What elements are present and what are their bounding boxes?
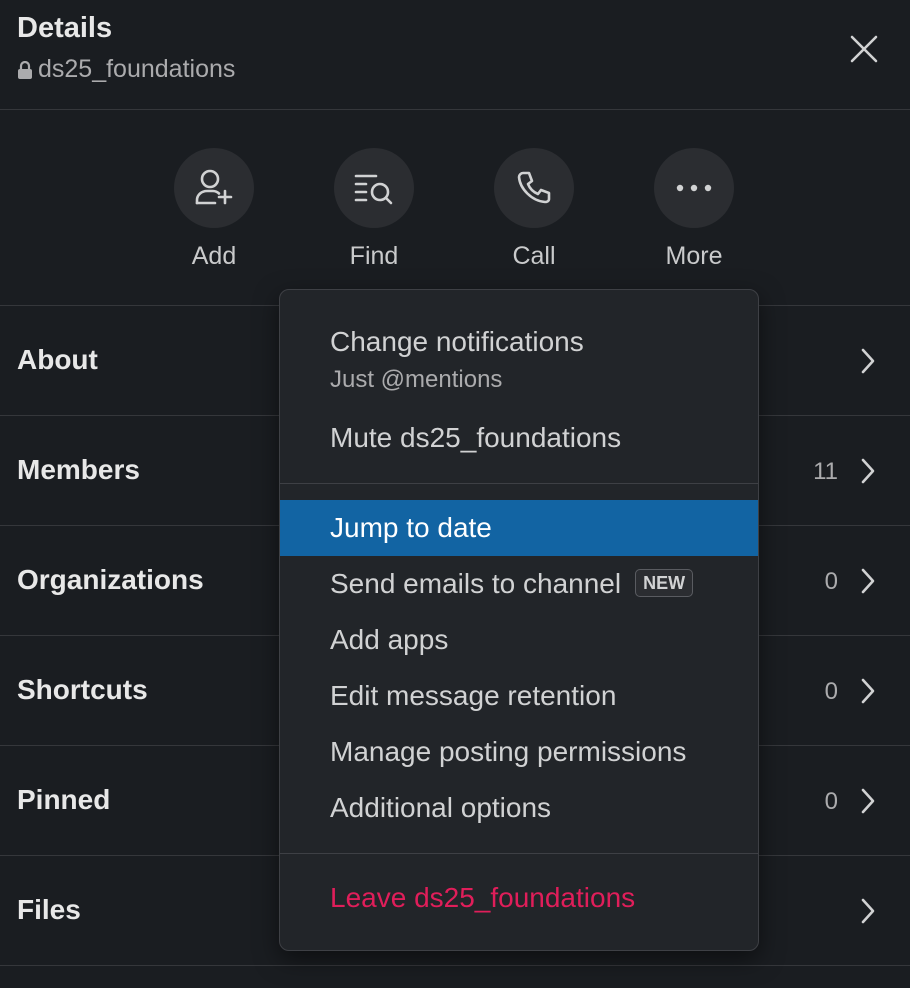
row-count: 0	[824, 568, 838, 595]
menu-item-label: Manage posting permissions	[330, 736, 687, 767]
chevron-right-icon	[861, 788, 875, 814]
call-label: Call	[512, 242, 556, 270]
notifications-value: Just @mentions	[330, 366, 503, 393]
menu-item-label: Change notifications	[330, 326, 584, 357]
channel-name: ds25_foundations	[17, 55, 235, 84]
search-list-icon	[354, 174, 393, 205]
row-label: Pinned	[17, 784, 111, 815]
row-count: 11	[813, 458, 838, 485]
change-notifications-item[interactable]: Change notifications	[280, 314, 758, 370]
find-label: Find	[349, 242, 399, 270]
call-button[interactable]: Call	[474, 148, 594, 271]
find-button[interactable]: Find	[314, 148, 434, 271]
menu-item-label: Mute ds25_foundations	[330, 422, 622, 453]
more-menu: Change notifications Just @mentions Mute…	[279, 289, 759, 951]
add-apps-item[interactable]: Add apps	[280, 612, 758, 668]
additional-options-item[interactable]: Additional options	[280, 780, 758, 836]
row-label: Shortcuts	[17, 674, 148, 705]
more-horizontal-icon	[676, 184, 712, 192]
menu-item-label: Leave ds25_foundations	[330, 882, 636, 913]
chevron-right-icon	[861, 678, 875, 704]
close-icon	[850, 35, 878, 63]
channel-name-label: ds25_foundations	[38, 55, 236, 83]
menu-item-label: Edit message retention	[330, 680, 617, 711]
add-label: Add	[191, 242, 237, 270]
send-emails-item[interactable]: Send emails to channel NEW	[280, 556, 758, 612]
menu-divider	[280, 483, 758, 484]
details-header: Details ds25_foundations	[0, 0, 910, 110]
edit-retention-item[interactable]: Edit message retention	[280, 668, 758, 724]
row-label: Files	[17, 894, 81, 925]
manage-posting-item[interactable]: Manage posting permissions	[280, 724, 758, 780]
leave-channel-item[interactable]: Leave ds25_foundations	[280, 870, 758, 926]
row-count: 0	[824, 788, 838, 815]
row-label: Organizations	[17, 564, 204, 595]
add-user-icon	[195, 169, 233, 205]
panel-title: Details	[17, 12, 113, 44]
chevron-right-icon	[861, 568, 875, 594]
menu-item-label: Jump to date	[330, 512, 492, 543]
close-button[interactable]	[843, 28, 885, 70]
more-button[interactable]: More	[634, 148, 754, 271]
new-badge: NEW	[635, 568, 694, 597]
row-label: Members	[17, 454, 140, 485]
chevron-right-icon	[861, 898, 875, 924]
chevron-right-icon	[861, 458, 875, 484]
jump-to-date-item[interactable]: Jump to date	[280, 500, 758, 556]
chevron-right-icon	[861, 348, 875, 374]
phone-icon	[517, 171, 551, 204]
menu-item-label: Add apps	[330, 624, 449, 655]
mute-channel-item[interactable]: Mute ds25_foundations	[280, 410, 758, 466]
menu-divider	[280, 853, 758, 854]
row-count: 0	[824, 678, 838, 705]
menu-item-label: Send emails to channel	[330, 568, 622, 599]
add-button[interactable]: Add	[154, 148, 274, 271]
more-label: More	[665, 242, 723, 270]
row-label: About	[17, 344, 98, 375]
lock-icon	[18, 60, 32, 79]
menu-item-label: Additional options	[330, 792, 552, 823]
channel-actions: Add Find Call More	[0, 110, 910, 306]
